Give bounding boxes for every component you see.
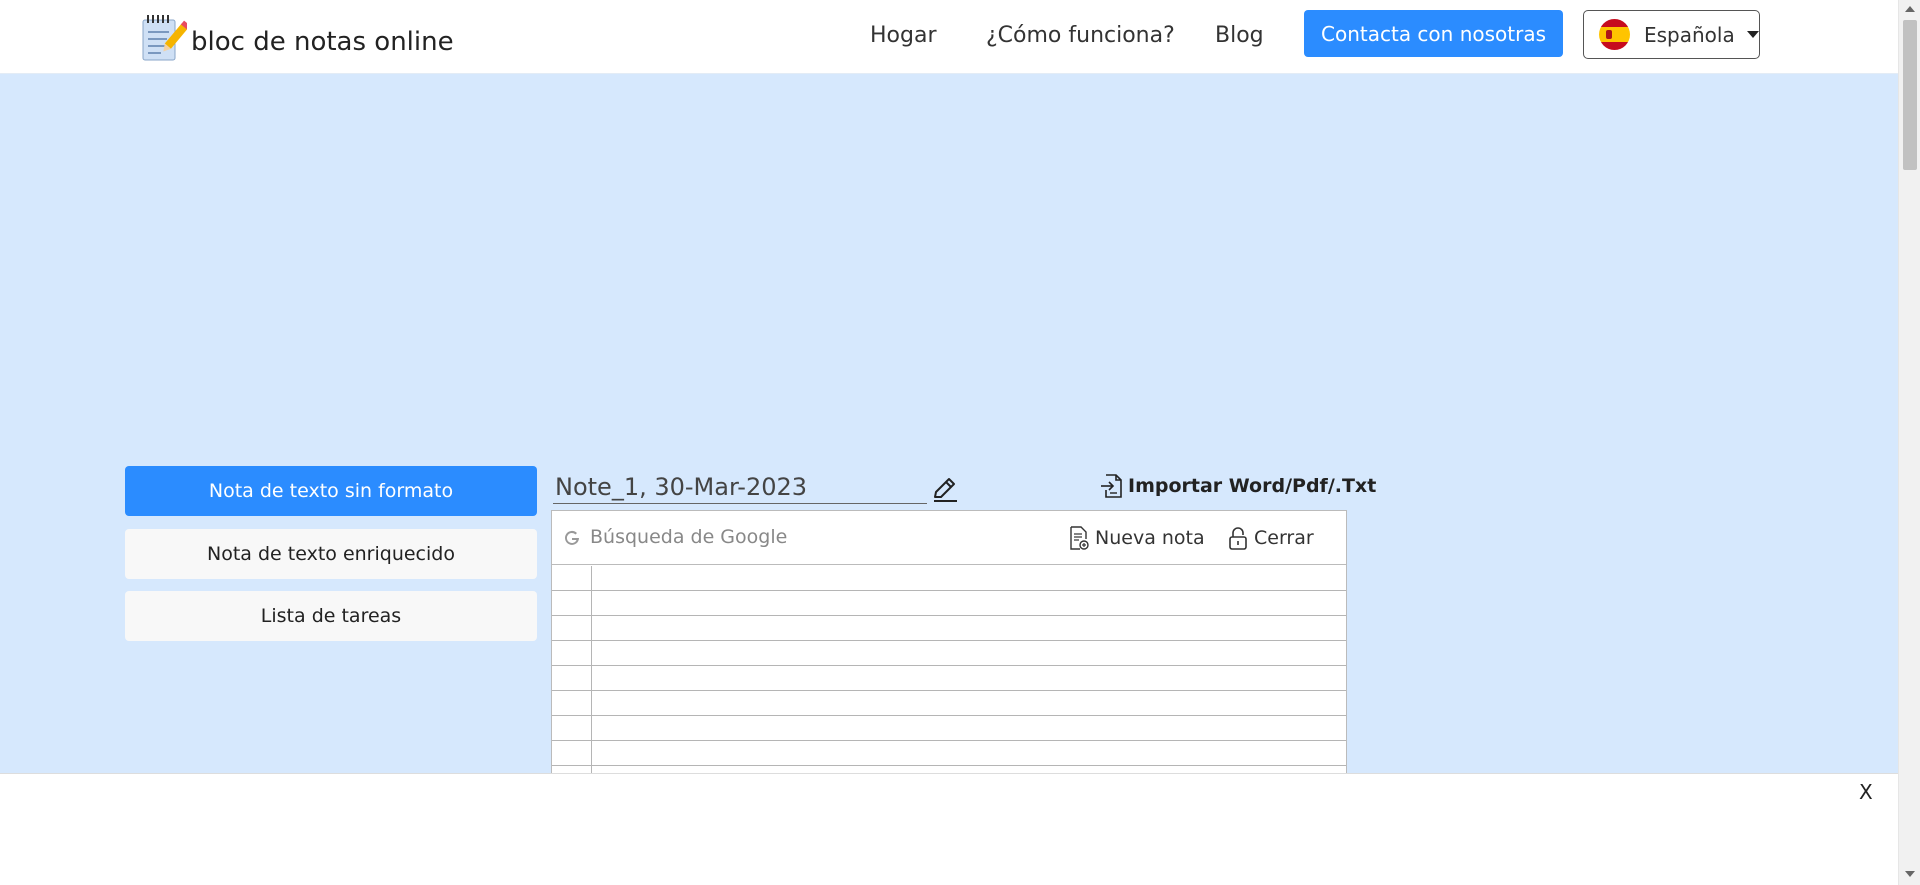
note-toolbar: Búsqueda de Google Nueva nota Cerrar <box>552 511 1346 565</box>
new-note-button[interactable]: Nueva nota <box>1069 526 1205 550</box>
site-header: bloc de notas online Hogar ¿Cómo funcion… <box>0 0 1898 74</box>
tab-plain-text-note[interactable]: Nota de texto sin formato <box>125 466 537 516</box>
tab-rich-text-note[interactable]: Nota de texto enriquecido <box>125 529 537 579</box>
nav-home-link[interactable]: Hogar <box>870 20 937 52</box>
site-logo[interactable]: bloc de notas online <box>139 12 454 62</box>
note-editor[interactable]: Búsqueda de Google Nueva nota Cerrar <box>551 510 1347 775</box>
nav-how-it-works-link[interactable]: ¿Cómo funciona? <box>986 20 1175 52</box>
lock-icon <box>1229 527 1247 550</box>
ad-banner: X <box>0 773 1898 885</box>
close-ad-button[interactable]: X <box>1859 780 1873 804</box>
note-title-input[interactable]: Note_1, 30-Mar-2023 <box>553 470 927 504</box>
close-note-button[interactable]: Cerrar <box>1228 526 1314 550</box>
import-label: Importar Word/Pdf/.Txt <box>1128 475 1377 497</box>
import-file-icon <box>1101 474 1122 498</box>
import-document-button[interactable]: Importar Word/Pdf/.Txt <box>1100 473 1376 499</box>
page-scrollbar[interactable] <box>1898 0 1920 885</box>
notepad-pencil-icon <box>142 15 187 61</box>
contact-button[interactable]: Contacta con nosotras <box>1304 10 1563 57</box>
new-note-label: Nueva nota <box>1095 527 1205 549</box>
chevron-down-icon <box>1746 31 1759 38</box>
google-icon <box>565 530 579 545</box>
nav-blog-link[interactable]: Blog <box>1215 20 1264 52</box>
note-text-area[interactable] <box>552 566 1346 774</box>
language-label: Española <box>1644 22 1735 47</box>
pencil-edit-icon[interactable] <box>931 475 959 503</box>
language-dropdown[interactable]: Española <box>1583 10 1760 59</box>
note-margin-line <box>591 566 592 774</box>
spain-flag-icon <box>1599 19 1630 50</box>
new-note-icon <box>1070 526 1089 550</box>
close-label: Cerrar <box>1254 527 1314 549</box>
scroll-thumb[interactable] <box>1903 20 1917 170</box>
logo-text: bloc de notas online <box>191 27 454 57</box>
scroll-down-arrow-icon[interactable] <box>1905 871 1915 877</box>
scroll-up-arrow-icon[interactable] <box>1905 6 1915 12</box>
tab-todo-list[interactable]: Lista de tareas <box>125 591 537 641</box>
google-search-input[interactable]: Búsqueda de Google <box>590 526 787 548</box>
